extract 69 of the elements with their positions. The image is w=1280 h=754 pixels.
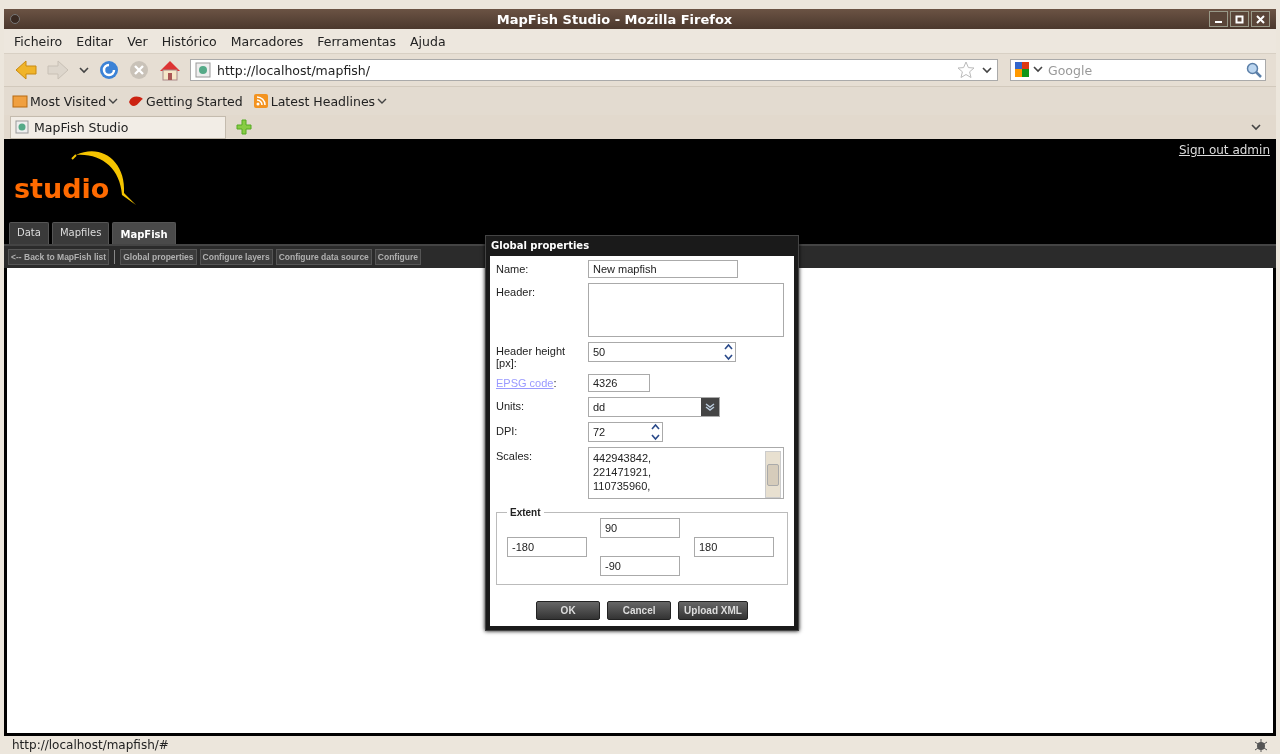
close-button[interactable] <box>1251 11 1270 27</box>
dialog-button[interactable]: Cancel <box>607 601 672 620</box>
field-label: Header: <box>496 285 537 298</box>
name-field[interactable]: New mapfish <box>588 260 738 278</box>
spinner-field[interactable]: 50 <box>588 342 736 362</box>
north-field[interactable]: 90 <box>600 518 680 538</box>
dialog-title: Global properties <box>490 239 591 253</box>
studio-logo: studio <box>10 143 140 211</box>
menu-item[interactable]: Histórico <box>161 33 217 49</box>
dropdown-icon[interactable] <box>78 65 90 75</box>
field-label: Units: <box>496 399 526 412</box>
tab-list-icon[interactable] <box>1250 122 1262 132</box>
bookmark-item[interactable]: Latest Headlines <box>252 93 388 109</box>
header-field[interactable] <box>588 283 784 337</box>
status-text: http://localhost/mapfish/# <box>12 738 169 752</box>
field-label: Header height [px]: <box>496 344 567 369</box>
app-tab[interactable]: Data <box>9 222 49 244</box>
home-icon[interactable] <box>158 59 182 81</box>
minimize-button[interactable] <box>1209 11 1228 27</box>
caret-icon <box>377 97 388 105</box>
dropdown-icon[interactable] <box>981 65 993 75</box>
maximize-button[interactable] <box>1230 11 1249 27</box>
feed-icon <box>252 93 269 109</box>
menu-item[interactable]: Editar <box>76 33 114 49</box>
search-bar[interactable]: Google <box>1010 59 1266 81</box>
menu-item[interactable]: Ver <box>127 33 148 49</box>
app-tab[interactable]: MapFish <box>112 222 176 244</box>
browser-tab[interactable]: MapFish Studio <box>10 115 226 139</box>
units-dropdown[interactable]: dd <box>588 397 720 417</box>
dialog-button[interactable]: Upload XML <box>678 601 748 620</box>
menu-item[interactable]: Ajuda <box>410 33 446 49</box>
sign-out-link[interactable]: Sign out admin <box>1178 143 1270 157</box>
scrollbar[interactable] <box>765 451 781 498</box>
dialog-button[interactable]: OK <box>536 601 601 620</box>
bug-icon <box>1254 738 1268 752</box>
bookmark-item[interactable]: Getting Started <box>128 93 243 109</box>
field-label: DPI: <box>496 424 519 437</box>
bookmark-item[interactable]: Most Visited <box>12 93 119 109</box>
address-field[interactable]: http://localhost/mapfish/ <box>190 59 998 81</box>
extent-legend: Extent <box>507 507 544 518</box>
app-tab[interactable]: Mapfiles <box>51 222 110 244</box>
scales-field[interactable]: 442943842, 221471921, 110735960, <box>588 447 784 499</box>
folder-icon <box>12 93 28 109</box>
maximize-icon <box>1235 14 1244 24</box>
window-title: MapFish Studio - Mozilla Firefox <box>495 11 734 27</box>
menu-item[interactable]: Ferramentas <box>317 33 397 49</box>
south-field[interactable]: -90 <box>600 556 680 576</box>
menu-item[interactable]: Marcadores <box>230 33 304 49</box>
spinner-arrows-icon[interactable] <box>649 422 662 442</box>
field-label: Scales: <box>496 449 534 462</box>
east-field[interactable]: 180 <box>694 537 774 557</box>
page-icon <box>15 120 29 134</box>
minimize-icon <box>1215 21 1222 23</box>
reload-icon[interactable] <box>98 59 120 81</box>
spinner-arrows-icon[interactable] <box>722 342 735 362</box>
search-engine-icon[interactable] <box>1014 61 1044 79</box>
west-field[interactable]: -180 <box>507 537 587 557</box>
page-icon <box>195 62 211 78</box>
dropdown-icon <box>704 402 716 412</box>
menu-item[interactable]: Ficheiro <box>14 33 63 49</box>
window-menu-icon[interactable] <box>10 14 20 24</box>
star-icon[interactable] <box>957 61 975 79</box>
colon: : <box>553 377 557 389</box>
close-icon <box>1256 14 1265 24</box>
field-label: Name: <box>496 262 530 275</box>
search-icon[interactable] <box>1246 62 1262 78</box>
epsg-field[interactable]: 4326 <box>588 374 650 392</box>
spinner-field[interactable]: 72 <box>588 422 663 442</box>
caret-icon <box>108 97 119 105</box>
